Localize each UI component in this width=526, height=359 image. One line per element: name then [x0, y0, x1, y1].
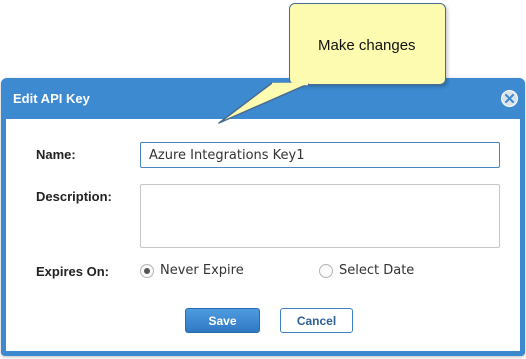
select-date-radio[interactable]: Select Date: [319, 263, 414, 278]
name-input[interactable]: [140, 142, 500, 168]
dialog-titlebar: Edit API Key: [1, 78, 525, 119]
edit-api-key-dialog: Edit API Key Name: Description: Expires …: [1, 78, 525, 356]
never-expire-radio[interactable]: Never Expire: [140, 263, 244, 278]
description-input[interactable]: [140, 184, 500, 248]
close-icon: [505, 94, 514, 103]
save-button[interactable]: Save: [185, 308, 260, 333]
callout-text: Make changes: [318, 37, 416, 54]
close-button[interactable]: [501, 90, 518, 107]
expires-on-label: Expires On:: [36, 264, 109, 279]
cancel-button[interactable]: Cancel: [280, 308, 353, 333]
callout-tooltip: Make changes: [289, 3, 446, 85]
stage: Edit API Key Name: Description: Expires …: [0, 0, 526, 359]
never-expire-label: Never Expire: [160, 263, 244, 278]
name-label: Name:: [36, 147, 76, 162]
description-label: Description:: [36, 189, 112, 204]
dialog-title: Edit API Key: [13, 91, 90, 106]
radio-unselected-icon: [319, 263, 333, 278]
radio-selected-icon: [140, 263, 154, 278]
select-date-label: Select Date: [339, 263, 415, 278]
